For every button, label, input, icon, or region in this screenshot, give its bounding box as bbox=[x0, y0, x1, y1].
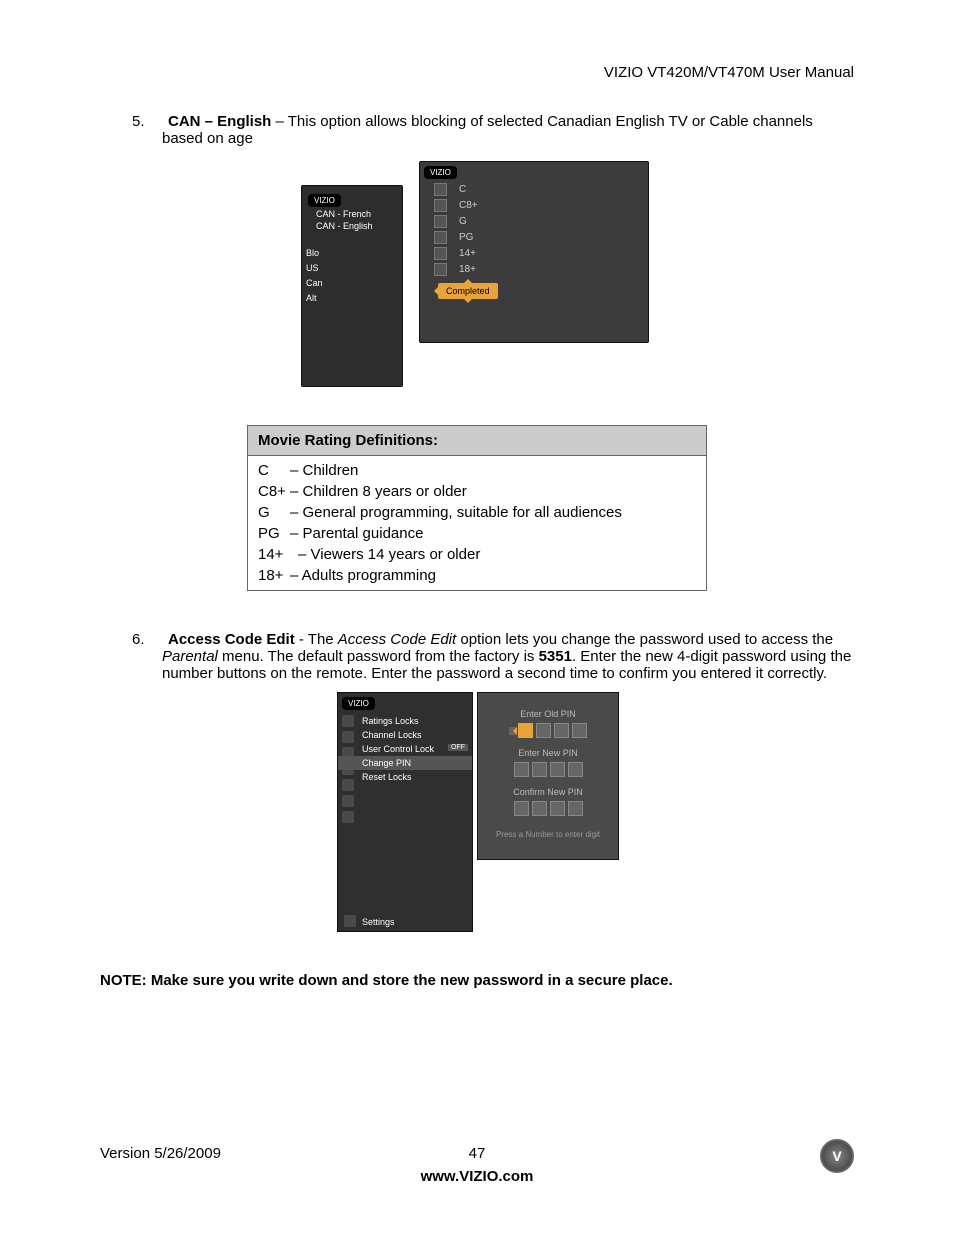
settings-label: Settings bbox=[362, 917, 395, 927]
pin-row-confirm[interactable] bbox=[478, 801, 618, 816]
note-text: NOTE: Make sure you write down and store… bbox=[100, 972, 854, 989]
menu-trunc: Can bbox=[302, 276, 323, 291]
vizio-logo: VIZIO bbox=[424, 166, 457, 179]
pin-hint: Press a Number to enter digit bbox=[478, 830, 618, 839]
menu-item: CAN - French bbox=[316, 209, 402, 219]
table-header: Movie Rating Definitions: bbox=[248, 426, 707, 456]
table-row: 18+– Adults programming bbox=[248, 565, 707, 591]
table-row: PG– Parental guidance bbox=[248, 523, 707, 544]
checkbox-icon[interactable] bbox=[434, 215, 447, 228]
menu-item[interactable]: Channel Locks bbox=[338, 728, 472, 742]
table-row: C8+– Children 8 years or older bbox=[248, 481, 707, 502]
checkbox-icon[interactable] bbox=[434, 199, 447, 212]
footer-url: www.VIZIO.com bbox=[100, 1168, 854, 1185]
menu-trunc: US bbox=[302, 261, 323, 276]
menu-trunc: Blo bbox=[302, 246, 323, 261]
sidebar-icon bbox=[342, 795, 354, 807]
off-badge: OFF bbox=[448, 744, 468, 751]
checkbox-icon[interactable] bbox=[434, 247, 447, 260]
osd-can-english-figure: VIZIO CAN - French CAN - English Blo US … bbox=[301, 161, 653, 385]
section6-text: Access Code Edit - The Access Code Edit … bbox=[162, 631, 854, 682]
rating-row[interactable]: PG bbox=[434, 231, 648, 244]
pin-row-old[interactable] bbox=[478, 723, 618, 738]
settings-icon bbox=[344, 915, 356, 927]
rating-row[interactable]: C bbox=[434, 183, 648, 196]
rating-row[interactable]: 14+ bbox=[434, 247, 648, 260]
enter-old-pin-label: Enter Old PIN bbox=[478, 709, 618, 719]
arrow-left-icon bbox=[430, 287, 438, 295]
checkbox-icon[interactable] bbox=[434, 183, 447, 196]
menu-item[interactable]: Ratings Locks bbox=[338, 714, 472, 728]
menu-item: CAN - English bbox=[316, 221, 402, 231]
completed-button[interactable]: Completed bbox=[438, 283, 498, 299]
vizio-logo: VIZIO bbox=[342, 697, 375, 710]
section5-text: CAN – English – This option allows block… bbox=[162, 113, 854, 147]
table-row: 14+– Viewers 14 years or older bbox=[248, 544, 707, 565]
list-number-5: 5. bbox=[132, 113, 168, 130]
table-row: G– General programming, suitable for all… bbox=[248, 502, 707, 523]
checkbox-icon[interactable] bbox=[434, 263, 447, 276]
page-header: VIZIO VT420M/VT470M User Manual bbox=[100, 64, 854, 81]
confirm-new-pin-label: Confirm New PIN bbox=[478, 787, 618, 797]
sidebar-icon bbox=[342, 811, 354, 823]
pin-row-new[interactable] bbox=[478, 762, 618, 777]
rating-definitions-table: Movie Rating Definitions: C– Children C8… bbox=[247, 425, 707, 591]
menu-item[interactable]: User Control LockOFF bbox=[338, 742, 472, 756]
checkbox-icon[interactable] bbox=[434, 231, 447, 244]
vizio-logo: VIZIO bbox=[308, 194, 341, 207]
rating-row[interactable]: C8+ bbox=[434, 199, 648, 212]
list-number-6: 6. bbox=[132, 631, 168, 648]
section5-title: CAN – English bbox=[168, 113, 271, 130]
menu-item[interactable]: Reset Locks bbox=[338, 770, 472, 784]
menu-trunc: Alt bbox=[302, 291, 323, 306]
vizio-logo-icon: V bbox=[820, 1139, 854, 1173]
menu-item[interactable]: Change PIN bbox=[338, 756, 472, 770]
section6-title: Access Code Edit bbox=[168, 631, 295, 648]
table-row: C– Children bbox=[248, 456, 707, 482]
page-footer: Version 5/26/2009 47 www.VIZIO.com V bbox=[100, 1145, 854, 1185]
footer-version: Version 5/26/2009 bbox=[100, 1145, 221, 1162]
rating-row[interactable]: G bbox=[434, 215, 648, 228]
enter-new-pin-label: Enter New PIN bbox=[478, 748, 618, 758]
arrow-left-icon bbox=[509, 727, 517, 735]
osd-access-code-figure: VIZIO Ratings Locks Channel Locks User C… bbox=[337, 692, 617, 932]
